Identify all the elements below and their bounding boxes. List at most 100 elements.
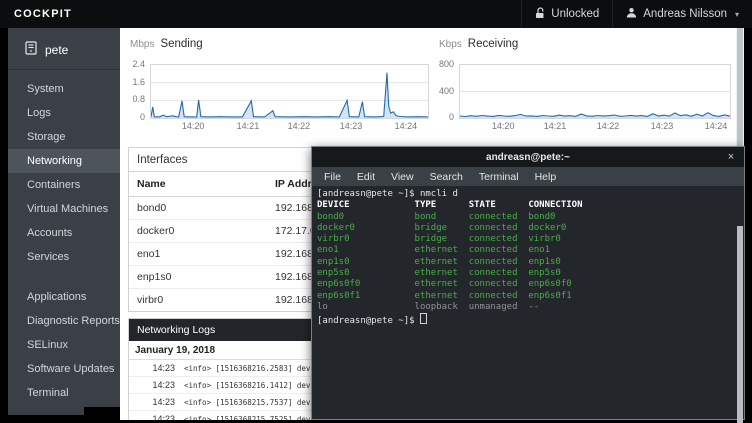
x-tick-label: 14:22 [597,121,620,131]
terminal-menu-terminal[interactable]: Terminal [471,171,527,183]
terminal-titlebar[interactable]: andreasn@pete:~ × [312,147,744,167]
sending-chart: Mbps Sending 2.41.60.80 14:2014:2114:221… [128,36,430,119]
x-tick-label: 14:24 [705,121,728,131]
sidebar-item-storage[interactable]: Storage [8,125,120,149]
terminal-line: enp6s0f0 ethernet connected enp6s0f0 [317,279,732,290]
column-header-name: Name [129,172,267,197]
chevron-down-icon: ▾ [735,10,739,19]
y-tick-label: 0 [140,112,145,122]
close-icon[interactable]: × [718,151,744,163]
receiving-title: Receiving [468,38,519,50]
sidebar-item-software-updates[interactable]: Software Updates [8,357,120,381]
y-tick-label: 800 [439,59,454,69]
terminal-output: [andreasn@pete ~]$ nmcli dDEVICE TYPE ST… [317,189,732,328]
sending-plot: 14:2014:2114:2214:2314:24 [150,64,429,119]
terminal-line: enp6s0f1 ethernet connected enp6s0f1 [317,291,732,302]
sending-y-axis: 2.41.60.80 [128,64,150,119]
sidebar-item-diagnostic-reports[interactable]: Diagnostic Reports [8,309,120,333]
x-tick-label: 14:22 [288,121,311,131]
user-name: Andreas Nilsson [643,8,727,20]
y-tick-label: 2.4 [132,59,145,69]
sending-title: Sending [160,38,202,50]
y-tick-label: 0 [449,112,454,122]
log-message: <info> [1516368216.1412] device [184,381,324,390]
sidebar-group-2: ApplicationsDiagnostic ReportsSELinuxSof… [8,278,120,405]
x-tick-label: 14:24 [395,121,418,131]
log-time: 14:23 [129,397,175,407]
interface-name: docker0 [129,220,267,243]
terminal-menu-search[interactable]: Search [422,171,471,183]
y-tick-label: 1.6 [132,77,145,87]
sidebar-item-services[interactable]: Services [8,245,120,269]
terminal-line: [andreasn@pete ~]$ [317,313,732,327]
log-time: 14:23 [129,414,175,420]
host-selector[interactable]: pete [8,28,120,70]
terminal-line: virbr0 bridge connected virbr0 [317,234,732,245]
receiving-plot: 14:2014:2114:2214:2314:24 [459,64,731,119]
user-icon [626,7,637,21]
log-message: <info> [1516368216.2583] device [184,364,324,373]
sidebar: pete SystemLogsStorageNetworkingContaine… [8,28,120,415]
screen: COCKPIT Unlocked Andreas N [0,0,752,423]
sidebar-item-system[interactable]: System [8,77,120,101]
sidebar-item-accounts[interactable]: Accounts [8,221,120,245]
terminal-body[interactable]: [andreasn@pete ~]$ nmcli dDEVICE TYPE ST… [312,186,744,422]
terminal-menu-edit[interactable]: Edit [349,171,383,183]
sidebar-item-networking[interactable]: Networking [8,149,120,173]
receiving-y-axis: 8004000 [437,64,459,119]
terminal-title: andreasn@pete:~ [338,152,718,163]
x-tick-label: 14:21 [237,121,260,131]
interface-name: enp1s0 [129,266,267,289]
x-tick-label: 14:23 [651,121,674,131]
terminal-scrollbar[interactable] [737,226,743,423]
topbar-right: Unlocked Andreas Nilsson ▾ [521,0,752,28]
sidebar-group-1: SystemLogsStorageNetworkingContainersVir… [8,70,120,269]
sidebar-item-applications[interactable]: Applications [8,285,120,309]
terminal-menubar: FileEditViewSearchTerminalHelp [312,167,744,186]
terminal-line: bond0 bond connected bond0 [317,212,732,223]
terminal-line: enp5s0 ethernet connected enp5s0 [317,268,732,279]
terminal-menu-view[interactable]: View [383,171,422,183]
sending-chart-label: Mbps Sending [130,38,430,54]
sidebar-item-virtual-machines[interactable]: Virtual Machines [8,197,120,221]
sending-x-axis: 14:20 14:21 14:22 14:23 14:24 [151,121,428,133]
log-time: 14:23 [129,363,175,373]
sending-unit-label: Mbps [130,39,154,50]
terminal-menu-help[interactable]: Help [527,171,565,183]
terminal-line: eno1 ethernet connected eno1 [317,245,732,256]
terminal-line: docker0 bridge connected docker0 [317,223,732,234]
interface-name: eno1 [129,243,267,266]
x-tick-label: 14:20 [492,121,515,131]
x-tick-label: 14:21 [544,121,567,131]
receiving-x-axis: 14:20 14:21 14:22 14:23 14:24 [460,121,730,133]
cockpit-logo: COCKPIT [0,8,72,20]
sidebar-item-selinux[interactable]: SELinux [8,333,120,357]
server-icon [25,41,37,58]
receiving-unit-label: Kbps [439,39,462,50]
x-tick-label: 14:20 [182,121,205,131]
window-corner-artifact [84,407,120,423]
unlocked-lock-icon [535,7,545,22]
terminal-cursor [420,313,427,324]
x-tick-label: 14:23 [340,121,363,131]
terminal-menu-file[interactable]: File [316,171,349,183]
sidebar-item-containers[interactable]: Containers [8,173,120,197]
top-bar: COCKPIT Unlocked Andreas N [0,0,752,28]
log-message: <info> [1516368215.7525] device [184,415,324,421]
terminal-window: andreasn@pete:~ × FileEditViewSearchTerm… [311,146,745,420]
terminal-line: [andreasn@pete ~]$ nmcli d [317,189,732,200]
unlocked-button[interactable]: Unlocked [521,0,612,28]
receiving-chart-label: Kbps Receiving [439,38,739,54]
interface-name: virbr0 [129,289,267,312]
y-tick-label: 400 [439,86,454,96]
user-menu-button[interactable]: Andreas Nilsson ▾ [612,0,752,28]
host-name: pete [45,43,68,57]
log-time: 14:23 [129,380,175,390]
terminal-line: enp1s0 ethernet connected enp1s0 [317,257,732,268]
sidebar-item-terminal[interactable]: Terminal [8,381,120,405]
sidebar-item-logs[interactable]: Logs [8,101,120,125]
terminal-line: DEVICE TYPE STATE CONNECTION [317,200,732,211]
interface-name: bond0 [129,197,267,220]
sidebar-nav: SystemLogsStorageNetworkingContainersVir… [8,70,120,405]
terminal-line: lo loopback unmanaged -- [317,302,732,313]
